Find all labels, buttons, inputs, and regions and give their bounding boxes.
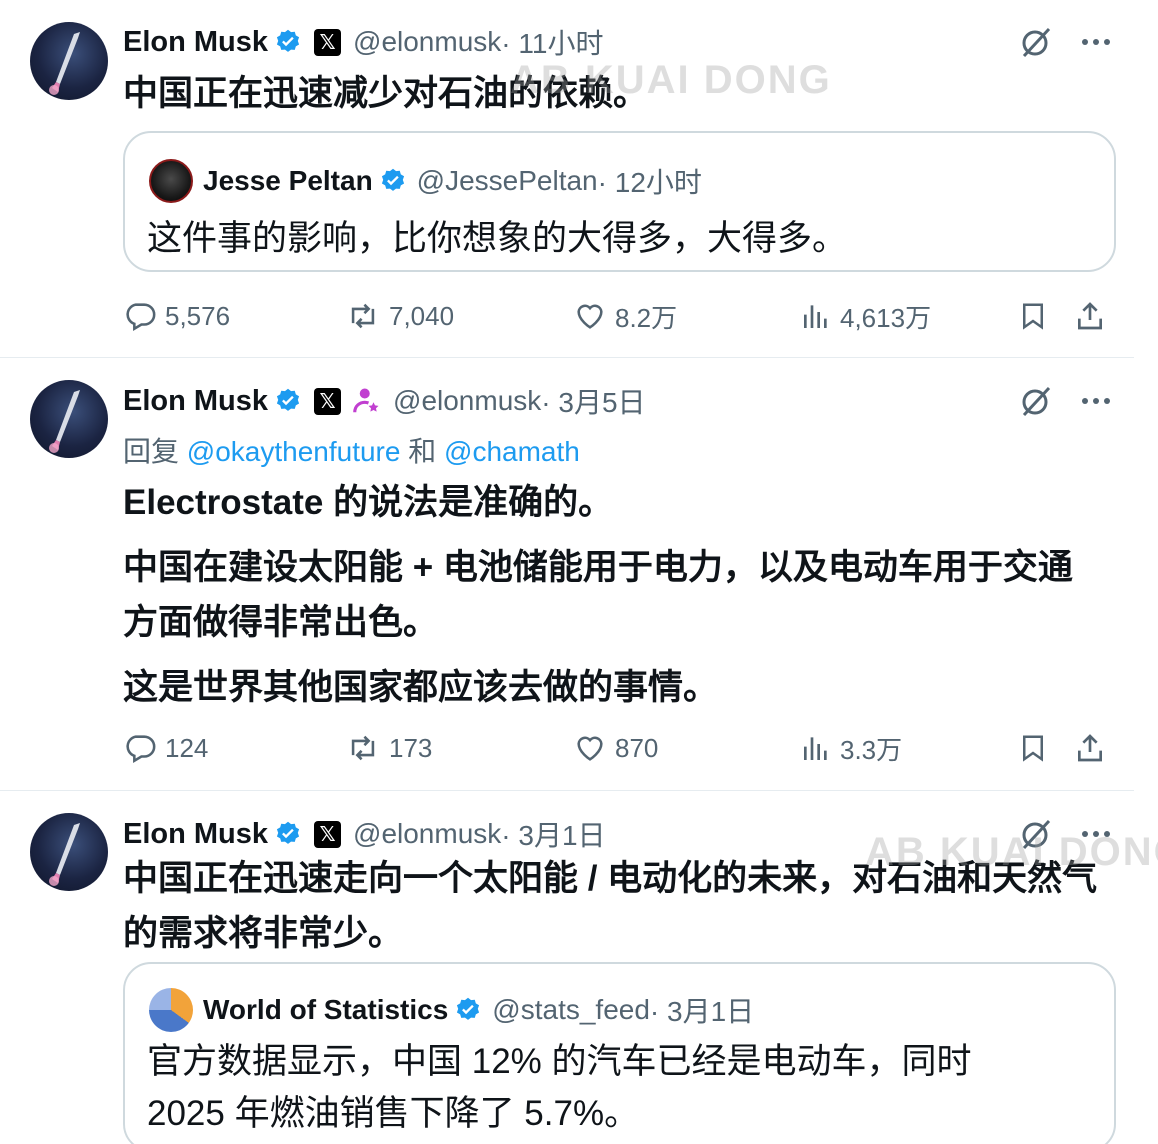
x-logo-icon[interactable]: 𝕏 [314,820,342,848]
quote-author-handle[interactable]: @JessePeltan [417,165,598,197]
like-button[interactable]: 870 [573,728,658,768]
grok-icon[interactable] [1018,383,1054,419]
quote-avatar[interactable] [149,159,193,203]
author-handle[interactable]: @elonmusk [393,385,541,417]
share-button[interactable] [1074,296,1114,336]
quote-author-name[interactable]: World of Statistics [203,994,448,1026]
quote-tweet[interactable]: Jesse Peltan @JessePeltan · 12小时 这件事的影响，… [123,131,1116,272]
tweet-paragraph: 这是世界其他国家都应该去做的事情。 [123,668,719,707]
author-name[interactable]: Elon Musk [123,385,268,418]
repost-button[interactable]: 7,040 [345,296,454,336]
mention-link[interactable]: @chamath [444,436,580,467]
rocket-avatar-icon [49,32,80,95]
author-name[interactable]: Elon Musk [123,26,268,59]
more-options-icon[interactable] [1078,816,1114,852]
like-button[interactable]: 8.2万 [573,296,677,336]
action-bar: 5,576 7,040 8.2万 4,613万 [123,296,1114,336]
reply-icon [126,735,156,764]
analytics-icon [804,737,827,760]
reply-context: 回复 @okaythenfuture 和 @chamath [123,436,580,467]
heart-icon [577,736,603,761]
repost-icon [351,303,375,329]
tweet[interactable]: Elon Musk 𝕏 @elonmusk · 11小时 中国正在迅速减少对石油… [0,0,1134,357]
share-icon [1078,302,1102,330]
verified-badge-icon [274,387,302,415]
reply-button[interactable]: 5,576 [123,296,230,336]
quote-timestamp[interactable]: · 3月1日 [650,990,754,1030]
bookmark-button[interactable] [1018,728,1056,768]
quote-text: 这件事的影响，比你想象的大得多，大得多。 [147,219,848,258]
tweet[interactable]: Elon Musk 𝕏 @elonmusk · 3月5日 回复 @okaythe… [0,358,1134,790]
author-handle[interactable]: @elonmusk [353,818,501,850]
repost-icon [351,735,375,761]
repost-count: 7,040 [389,300,455,331]
bookmark-icon [1023,735,1043,762]
avatar[interactable] [30,813,108,891]
quote-avatar[interactable] [149,988,193,1032]
quote-tweet[interactable]: World of Statistics @stats_feed · 3月1日 官… [123,962,1116,1144]
quote-timestamp[interactable]: · 12小时 [598,161,702,201]
rocket-avatar-icon [49,823,80,886]
views-button[interactable]: 4,613万 [800,296,931,336]
bookmark-icon [1023,303,1043,330]
reply-count: 5,576 [165,300,231,331]
reply-icon [126,303,156,332]
tweet-text: 中国正在迅速走向一个太阳能 / 电动化的未来，对石油和天然气的需求将非常少。 [123,859,1098,953]
timestamp[interactable]: · 11小时 [501,22,603,62]
reply-button[interactable]: 124 [123,728,208,768]
verified-badge-icon [274,820,302,848]
view-count: 4,613万 [840,302,932,333]
repost-count: 173 [389,732,433,763]
reply-count: 124 [165,732,209,763]
views-button[interactable]: 3.3万 [800,728,902,768]
quote-author-handle[interactable]: @stats_feed [492,994,650,1026]
rocket-avatar-icon [49,390,80,453]
share-button[interactable] [1074,728,1114,768]
analytics-icon [804,305,827,328]
tweet-text: Electrostate 的说法是准确的。 中国在建设太阳能 + 电池储能用于电… [123,475,1104,715]
person-star-icon[interactable] [351,386,381,416]
heart-icon [577,304,603,329]
avatar[interactable] [30,22,108,100]
verified-badge-icon [274,28,302,56]
tweet[interactable]: Elon Musk 𝕏 @elonmusk · 3月1日 中国正在迅速走向一个太… [0,791,1134,1144]
tweet-text: 中国正在迅速减少对石油的依赖。 [123,74,649,113]
tweet-paragraph: 中国在建设太阳能 + 电池储能用于电力，以及电动车用于交通方面做得非常出色。 [123,548,1073,642]
action-bar: 124 173 870 3.3万 [123,728,1114,768]
tweet-paragraph: Electrostate 的说法是准确的。 [123,483,614,522]
verified-badge-icon [454,996,482,1024]
more-options-icon[interactable] [1078,383,1114,419]
author-handle[interactable]: @elonmusk [353,26,501,58]
grok-icon[interactable] [1018,24,1054,60]
grok-icon[interactable] [1018,816,1054,852]
view-count: 3.3万 [840,734,903,765]
like-count: 8.2万 [615,302,678,333]
timestamp[interactable]: · 3月5日 [541,381,645,421]
repost-button[interactable]: 173 [345,728,432,768]
like-count: 870 [615,732,659,763]
mention-link[interactable]: @okaythenfuture [187,436,401,467]
x-logo-icon[interactable]: 𝕏 [314,28,342,56]
timestamp[interactable]: · 3月1日 [501,814,605,854]
share-icon [1078,734,1102,762]
x-logo-icon[interactable]: 𝕏 [314,387,342,415]
avatar[interactable] [30,380,108,458]
verified-badge-icon [379,167,407,195]
author-name[interactable]: Elon Musk [123,818,268,851]
quote-author-name[interactable]: Jesse Peltan [203,165,373,197]
quote-text: 官方数据显示，中国 12% 的汽车已经是电动车，同时 2025 年燃油销售下降了… [147,1042,972,1133]
more-options-icon[interactable] [1078,24,1114,60]
bookmark-button[interactable] [1018,296,1056,336]
